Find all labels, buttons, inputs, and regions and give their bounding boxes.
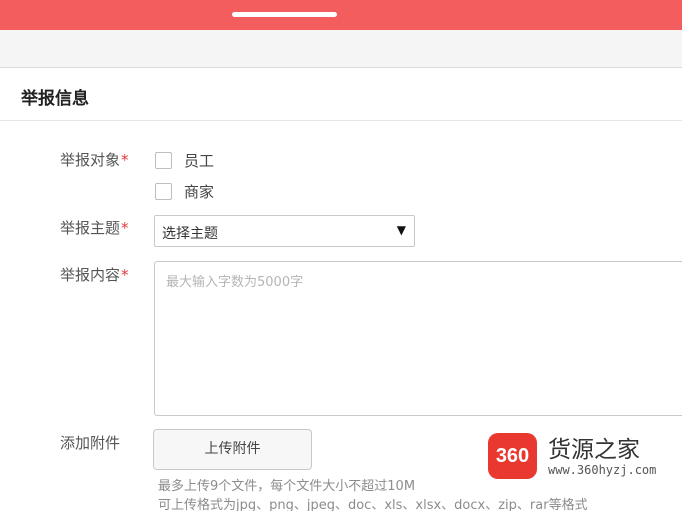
merchant-checkbox[interactable] bbox=[155, 183, 172, 200]
topic-select-value: 选择主题 bbox=[162, 226, 218, 242]
required-mark: * bbox=[121, 219, 129, 237]
watermark-badge: 360 bbox=[488, 433, 537, 479]
attachment-limit-note: 最多上传9个文件，每个文件大小不超过10M bbox=[158, 479, 416, 494]
merchant-label: 商家 bbox=[184, 183, 215, 201]
checkbox-merchant[interactable]: 商家 bbox=[155, 181, 214, 202]
checkbox-employee[interactable]: 员工 bbox=[155, 150, 214, 171]
attachment-format-note: 可上传格式为jpg、png、jpeg、doc、xls、xlsx、docx、zip… bbox=[158, 498, 588, 511]
section-header: 举报信息 bbox=[0, 69, 682, 121]
watermark-url: www.360hyzj.com bbox=[548, 463, 657, 477]
upload-attachment-button[interactable]: 上传附件 bbox=[153, 429, 312, 470]
topic-select[interactable]: 选择主题 ▼ bbox=[154, 215, 415, 247]
top-bar bbox=[0, 0, 682, 30]
drag-handle[interactable] bbox=[232, 12, 337, 17]
dropdown-arrow-icon: ▼ bbox=[396, 223, 406, 237]
employee-checkbox[interactable] bbox=[155, 152, 172, 169]
report-target-label: 举报对象* bbox=[60, 149, 129, 170]
required-mark: * bbox=[121, 151, 129, 169]
report-target-label-text: 举报对象 bbox=[60, 151, 121, 169]
report-topic-label: 举报主题* bbox=[60, 217, 129, 238]
report-content-label-text: 举报内容 bbox=[60, 266, 121, 284]
report-content-textarea[interactable]: 最大输入字数为5000字 bbox=[154, 261, 682, 416]
required-mark: * bbox=[121, 266, 129, 284]
watermark-logo: 360 货源之家 www.360hyzj.com bbox=[488, 432, 674, 480]
section-title: 举报信息 bbox=[21, 89, 89, 109]
watermark-name: 货源之家 bbox=[548, 437, 640, 463]
report-content-label: 举报内容* bbox=[60, 264, 129, 285]
attachment-label: 添加附件 bbox=[60, 434, 121, 452]
spacer-strip bbox=[0, 30, 682, 68]
report-topic-label-text: 举报主题 bbox=[60, 219, 121, 237]
content-placeholder: 最大输入字数为5000字 bbox=[166, 275, 304, 290]
employee-label: 员工 bbox=[184, 152, 215, 170]
